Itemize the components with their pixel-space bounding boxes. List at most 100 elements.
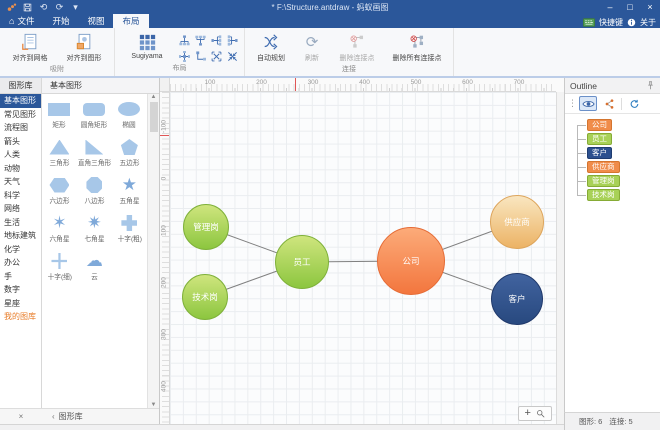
- library-category[interactable]: 地标建筑: [0, 229, 41, 243]
- canvas-vertical-scrollbar[interactable]: [556, 92, 564, 424]
- library-category[interactable]: 天气: [0, 175, 41, 189]
- library-category[interactable]: 网络: [0, 202, 41, 216]
- outline-item[interactable]: 供应商: [573, 160, 660, 174]
- library-category[interactable]: 人类: [0, 148, 41, 162]
- layout-expand-button[interactable]: [209, 49, 224, 64]
- sugiyama-icon: [139, 32, 156, 52]
- library-category[interactable]: 流程图: [0, 121, 41, 135]
- diagram-node[interactable]: 管理岗: [183, 204, 229, 250]
- outline-badge[interactable]: 客户: [587, 147, 612, 159]
- relation-view-button[interactable]: [600, 96, 618, 111]
- library-category[interactable]: 箭头: [0, 135, 41, 149]
- scroll-up-icon[interactable]: ▲: [151, 94, 157, 100]
- collapse-library-button[interactable]: ‹: [52, 412, 55, 421]
- shape-item-hexagon[interactable]: 六边形: [42, 174, 77, 212]
- tab-start[interactable]: 开始: [43, 14, 78, 28]
- outline-item[interactable]: 技术岗: [573, 188, 660, 202]
- outline-item[interactable]: 公司: [573, 118, 660, 132]
- delete-all-connection-points-button[interactable]: 删除所有连接点: [385, 30, 449, 65]
- layout-tree-left-button[interactable]: [209, 33, 224, 48]
- outline-badge[interactable]: 技术岗: [587, 189, 620, 201]
- cloud-icon: ☁: [86, 250, 103, 272]
- visibility-toggle-button[interactable]: [579, 96, 597, 111]
- diagram-node[interactable]: 客户: [491, 273, 543, 325]
- tab-file[interactable]: ⌂文件: [0, 14, 43, 28]
- shape-item-cross-thick[interactable]: 十字(粗): [112, 212, 147, 250]
- quick-access-toolbar: ⟲ ⟳ ▾: [0, 2, 87, 13]
- save-button[interactable]: [22, 2, 33, 13]
- layout-tree-up-button[interactable]: [177, 33, 192, 48]
- shape-item-rect[interactable]: 矩形: [42, 98, 77, 136]
- layout-org-corner-button[interactable]: [193, 49, 208, 64]
- diagram-node[interactable]: 技术岗: [182, 274, 228, 320]
- align-to-shape-button[interactable]: 对齐到图形: [58, 30, 110, 65]
- layout-compact-button[interactable]: [225, 49, 240, 64]
- shape-item-cross-thin[interactable]: 十字(细): [42, 250, 77, 288]
- maximize-button[interactable]: □: [620, 0, 640, 14]
- outline-item[interactable]: 员工: [573, 132, 660, 146]
- outline-badge[interactable]: 供应商: [587, 161, 620, 173]
- tab-layout[interactable]: 布局: [113, 14, 148, 28]
- library-category[interactable]: 手: [0, 270, 41, 284]
- library-category[interactable]: 办公: [0, 256, 41, 270]
- sugiyama-button[interactable]: Sugiyama: [119, 30, 175, 62]
- diagram-node[interactable]: 公司: [377, 227, 445, 295]
- shape-item-star6[interactable]: ✶六角星: [42, 212, 77, 250]
- library-category[interactable]: 科学: [0, 189, 41, 203]
- outline-badge[interactable]: 公司: [587, 119, 612, 131]
- library-category[interactable]: 化学: [0, 243, 41, 257]
- refresh-outline-button[interactable]: [625, 96, 643, 111]
- layout-tree-right-button[interactable]: [225, 33, 240, 48]
- refresh-button[interactable]: ⟳ 刷新: [295, 30, 329, 65]
- diagram-canvas[interactable]: 管理岗技术岗 员工公司供应商客户: [170, 92, 556, 424]
- layout-tree-down-button[interactable]: [193, 33, 208, 48]
- shape-item-ellipse[interactable]: 椭圆: [112, 98, 147, 136]
- align-to-grid-button[interactable]: 对齐到网格: [4, 30, 56, 65]
- shape-item-pentagon[interactable]: 五边形: [112, 136, 147, 174]
- library-scrollbar[interactable]: ▲ ▼: [147, 94, 159, 408]
- shape-item-cloud[interactable]: ☁云: [77, 250, 112, 288]
- shape-item-octagon[interactable]: 八边形: [77, 174, 112, 212]
- diagram-node[interactable]: 员工: [275, 235, 329, 289]
- auto-route-button[interactable]: 自动规划: [249, 30, 293, 65]
- diagram-node[interactable]: 供应商: [490, 195, 544, 249]
- close-library-button[interactable]: ×: [0, 412, 42, 421]
- shape-item-star7[interactable]: ✷七角星: [77, 212, 112, 250]
- scrollbar-thumb[interactable]: [150, 102, 158, 132]
- shape-item-star5[interactable]: ★五角星: [112, 174, 147, 212]
- outline-drag-handle[interactable]: ⋮: [568, 98, 576, 109]
- delete-connection-point-button[interactable]: 删除连接点: [331, 30, 383, 65]
- ribbon-tab-bar: ⌂文件 开始 视图 布局 快捷键 关于: [0, 14, 660, 28]
- zoom-in-button[interactable]: +: [525, 408, 531, 419]
- shortcut-keys-button[interactable]: 快捷键: [599, 17, 623, 28]
- magnifier-icon[interactable]: [536, 405, 545, 423]
- outline-item[interactable]: 管理岗: [573, 174, 660, 188]
- pin-icon[interactable]: [646, 81, 655, 90]
- library-category[interactable]: 数字: [0, 283, 41, 297]
- library-category[interactable]: 常见图形: [0, 108, 41, 122]
- library-category[interactable]: 我的图库: [0, 310, 41, 324]
- layout-radial-button[interactable]: [177, 49, 192, 64]
- outline-item[interactable]: 客户: [573, 146, 660, 160]
- library-category[interactable]: 动物: [0, 162, 41, 176]
- shape-label: 六角星: [49, 234, 69, 244]
- shape-item-round-rect[interactable]: 圆角矩形: [77, 98, 112, 136]
- shape-item-right-triangle[interactable]: 直角三角形: [77, 136, 112, 174]
- quickaccess-more-button[interactable]: ▾: [70, 2, 81, 13]
- library-category[interactable]: 生活: [0, 216, 41, 230]
- outline-badge[interactable]: 员工: [587, 133, 612, 145]
- outline-badge[interactable]: 管理岗: [587, 175, 620, 187]
- library-category[interactable]: 星座: [0, 297, 41, 311]
- tab-view[interactable]: 视图: [78, 14, 113, 28]
- library-category[interactable]: 基本图形: [0, 94, 41, 108]
- close-button[interactable]: ×: [640, 0, 660, 14]
- ribbon: 对齐到网格 对齐到图形 吸附 Sugiyama 布局: [0, 28, 660, 78]
- about-button[interactable]: 关于: [640, 17, 656, 28]
- undo-button[interactable]: ⟲: [38, 2, 49, 13]
- shape-item-triangle[interactable]: 三角形: [42, 136, 77, 174]
- redo-button[interactable]: ⟳: [54, 2, 65, 13]
- minimize-button[interactable]: –: [600, 0, 620, 14]
- vruler-cursor-marker: [160, 135, 169, 136]
- hruler-label: 700: [514, 79, 525, 86]
- library-tab-header[interactable]: 图形库: [0, 78, 42, 93]
